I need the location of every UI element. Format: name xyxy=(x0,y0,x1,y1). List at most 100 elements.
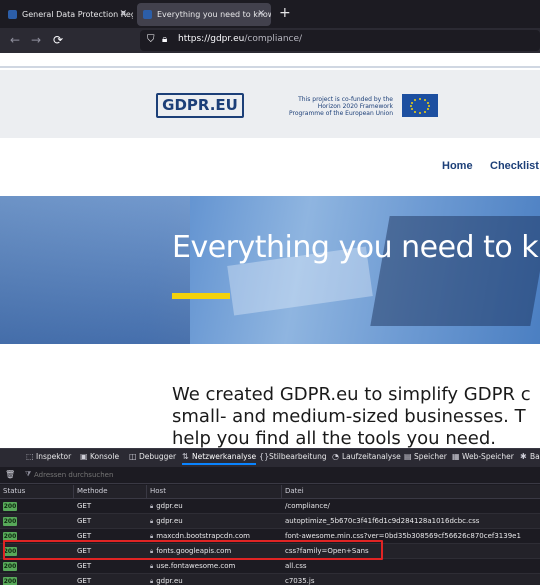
tab-label: Konsole xyxy=(90,452,120,461)
menu-item-checklist[interactable]: Checklist xyxy=(490,160,539,172)
tab-label: Laufzeitanalyse xyxy=(342,452,401,461)
tab-label: Web-Speicher xyxy=(462,452,514,461)
hero-banner: Everything you need to know xyxy=(0,196,540,344)
network-table-header: Status Methode Host Datei xyxy=(0,485,540,499)
tab-console[interactable]: ▣ Konsole xyxy=(80,452,119,461)
devtools-tab-bar: ⬚ Inspektor ▣ Konsole ◫ Debugger ⇅ Netzwerka… xyxy=(0,449,540,467)
lock-icon: 🔒︎ xyxy=(150,578,154,585)
intro-line: small- and medium-sized businesses. T xyxy=(172,406,526,427)
request-method: GET xyxy=(77,517,92,525)
style-editor-icon: {} xyxy=(259,452,270,461)
tab-network[interactable]: ⇅ Netzwerkanalyse xyxy=(182,452,257,465)
host-text: gdpr.eu xyxy=(156,517,183,525)
request-file: font-awesome.min.css?ver=0bd35b308569cf5… xyxy=(285,532,521,540)
shield-icon[interactable]: ⛉ xyxy=(147,34,155,45)
reload-button[interactable]: ⟳ xyxy=(53,32,63,48)
hero-image-left xyxy=(0,196,190,344)
request-host: 🔒︎ gdpr.eu xyxy=(150,502,183,511)
cofund-notice: This project is co-funded by the Horizon… xyxy=(288,96,393,117)
host-text: gdpr.eu xyxy=(156,502,183,510)
memory-icon: ▤ xyxy=(404,452,412,461)
table-row[interactable]: 200 GET 🔒︎ gdpr.eu autoptimize_5b670c3f41… xyxy=(0,514,540,529)
site-logo[interactable]: GDPR.EU xyxy=(156,93,244,118)
intro-line: help you find all the tools you need. xyxy=(172,428,497,449)
host-text: maxcdn.bootstrapcdn.com xyxy=(156,532,250,540)
column-method[interactable]: Methode xyxy=(77,487,108,495)
tab-label: Netzwerkanalyse xyxy=(192,452,257,461)
status-badge: 200 xyxy=(3,562,17,571)
new-tab-button[interactable]: + xyxy=(279,4,291,22)
column-divider xyxy=(146,485,147,499)
tab-label: Stilbearbeitung xyxy=(269,452,327,461)
status-badge: 200 xyxy=(3,502,17,511)
trash-icon[interactable]: 🗑 xyxy=(5,470,15,479)
tab-more[interactable]: ✱ Ba xyxy=(520,452,540,461)
gdpr-favicon-icon xyxy=(143,10,152,19)
top-stripe xyxy=(0,66,540,68)
forward-button[interactable]: → xyxy=(31,32,41,48)
tab-label: Inspektor xyxy=(36,452,72,461)
request-method: GET xyxy=(77,562,92,570)
debugger-icon: ◫ xyxy=(129,452,137,461)
lock-icon[interactable]: 🔒︎ xyxy=(162,34,167,45)
accessibility-icon: ✱ xyxy=(520,452,527,461)
table-row[interactable]: 200 GET 🔒︎ gdpr.eu c7035.js xyxy=(0,574,540,585)
tab-label: Debugger xyxy=(139,452,177,461)
host-text: gdpr.eu xyxy=(156,577,183,585)
gdpr-favicon-icon xyxy=(8,10,17,19)
close-tab-icon[interactable]: ✕ xyxy=(119,3,127,26)
tab-debugger[interactable]: ◫ Debugger xyxy=(129,452,176,461)
host-text: use.fontawesome.com xyxy=(156,562,236,570)
column-file[interactable]: Datei xyxy=(285,487,304,495)
eu-flag-icon xyxy=(402,94,438,117)
tab-storage[interactable]: ▦ Web-Speicher xyxy=(452,452,514,461)
tab-style-editor[interactable]: {}Stilbearbeitung xyxy=(259,452,327,461)
request-host: 🔒︎ gdpr.eu xyxy=(150,517,183,526)
url-path: /compliance/ xyxy=(244,34,303,44)
lock-icon: 🔒︎ xyxy=(150,563,154,570)
tab-performance[interactable]: ◔ Laufzeitanalyse xyxy=(332,452,401,461)
table-row[interactable]: 200 GET 🔒︎ gdpr.eu /compliance/ xyxy=(0,499,540,514)
column-status[interactable]: Status xyxy=(3,487,25,495)
page-top-spacer xyxy=(0,53,540,67)
url-text[interactable]: https://gdpr.eu/compliance/ xyxy=(178,34,302,44)
close-tab-icon[interactable]: ✕ xyxy=(257,3,265,26)
tab-title: Everything you need to know a xyxy=(157,10,271,19)
performance-icon: ◔ xyxy=(332,452,339,461)
request-file: all.css xyxy=(285,562,307,570)
status-badge: 200 xyxy=(3,517,17,526)
console-icon: ▣ xyxy=(80,452,88,461)
hero-accent-bar xyxy=(172,293,230,299)
status-badge: 200 xyxy=(3,577,17,585)
storage-icon: ▦ xyxy=(452,452,460,461)
filter-urls-input[interactable] xyxy=(22,469,222,481)
intro-line: We created GDPR.eu to simplify GDPR c xyxy=(172,384,531,405)
tab-memory[interactable]: ▤ Speicher xyxy=(404,452,447,461)
address-bar[interactable]: ⛉ 🔒︎ https://gdpr.eu/compliance/ xyxy=(140,30,540,51)
request-method: GET xyxy=(77,532,92,540)
request-file: /compliance/ xyxy=(285,502,330,510)
table-row[interactable]: 200 GET 🔒︎ use.fontawesome.com all.css xyxy=(0,559,540,574)
intro-text: We created GDPR.eu to simplify GDPR c sm… xyxy=(172,384,531,450)
tab-inspector[interactable]: ⬚ Inspektor xyxy=(26,452,71,461)
tab-label: Ba xyxy=(530,452,540,461)
hero-title: Everything you need to know xyxy=(172,230,540,265)
column-divider xyxy=(73,485,74,499)
lock-icon: 🔒︎ xyxy=(150,533,154,540)
request-host: 🔒︎ gdpr.eu xyxy=(150,577,183,585)
site-header: GDPR.EU This project is co-funded by the… xyxy=(0,70,540,138)
column-host[interactable]: Host xyxy=(150,487,166,495)
request-file: c7035.js xyxy=(285,577,315,585)
browser-tab-bar: General Data Protection Regula ✕ Everyth… xyxy=(0,0,540,28)
lock-icon: 🔒︎ xyxy=(150,503,154,510)
tab-gdpr-regulation[interactable]: General Data Protection Regula ✕ xyxy=(2,3,133,26)
request-method: GET xyxy=(77,502,92,510)
highlight-annotation xyxy=(3,540,383,560)
request-method: GET xyxy=(77,577,92,585)
tab-everything-you-need[interactable]: Everything you need to know a ✕ xyxy=(137,3,271,26)
menu-item-home[interactable]: Home xyxy=(442,160,473,172)
back-button[interactable]: ← xyxy=(10,32,20,48)
url-host: https://gdpr.eu xyxy=(178,34,245,44)
devtools-panel: ⬚ Inspektor ▣ Konsole ◫ Debugger ⇅ Netzwerka… xyxy=(0,448,540,585)
request-file: autoptimize_5b670c3f41f6d1c9d284128a1016… xyxy=(285,517,480,525)
